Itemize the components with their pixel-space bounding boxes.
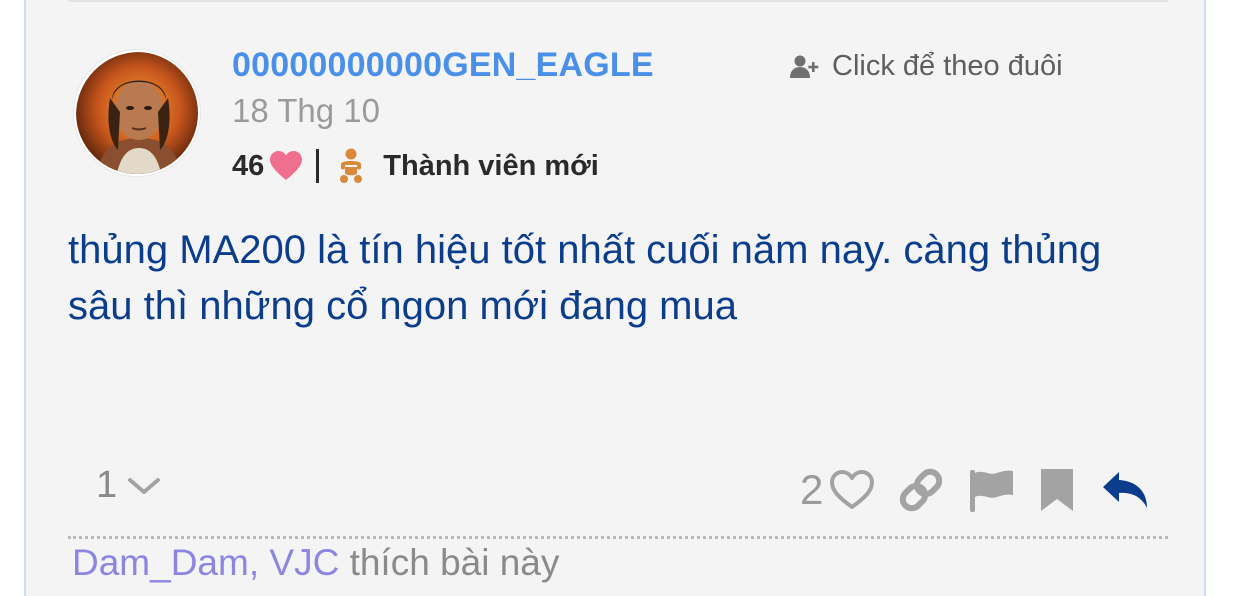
avatar[interactable]: [74, 50, 200, 176]
liked-by-separator: ,: [248, 542, 260, 583]
liked-by-suffix: thích bài này: [349, 542, 560, 583]
post-date[interactable]: 18 Thg 10: [232, 92, 380, 130]
heart-outline-icon: [830, 470, 875, 509]
replies-toggle[interactable]: 1: [96, 464, 161, 507]
likes-divider: [68, 536, 1168, 539]
bookmark-button[interactable]: [1039, 467, 1075, 513]
like-count[interactable]: 2: [800, 466, 823, 514]
liked-by-user[interactable]: Dam_Dam: [72, 542, 249, 583]
user-plus-icon: [790, 55, 819, 78]
post-card: 00000000000GEN_EAGLE Click để theo đuôi …: [24, 0, 1206, 596]
share-link-button[interactable]: [897, 467, 945, 513]
meta-divider: [316, 149, 320, 183]
liked-by-user[interactable]: VJC: [269, 542, 339, 583]
follow-label: Click để theo đuôi: [832, 50, 1063, 82]
post-actions: 2: [800, 462, 1151, 518]
flag-button[interactable]: [967, 468, 1015, 512]
reply-button[interactable]: [1101, 470, 1151, 510]
user-likes-count: 46: [232, 149, 265, 182]
reply-icon: [1103, 472, 1148, 508]
baby-icon: [340, 148, 363, 183]
heart-icon: [270, 151, 303, 180]
reply-count: 1: [96, 464, 118, 506]
link-icon: [900, 468, 943, 512]
like-button[interactable]: [829, 469, 875, 511]
user-rank: Thành viên mới: [383, 149, 599, 182]
post-body: thủng MA200 là tín hiệu tốt nhất cuối nă…: [68, 228, 1102, 328]
avatar-image: [76, 52, 198, 174]
chevron-down-icon: [128, 477, 161, 494]
top-divider: [68, 0, 1168, 2]
follow-button[interactable]: Click để theo đuôi: [790, 50, 1063, 83]
user-meta: 46 Thành viên mới: [232, 144, 599, 188]
username-link[interactable]: 00000000000GEN_EAGLE: [232, 46, 654, 85]
flag-icon: [970, 470, 1014, 512]
bookmark-icon: [1041, 469, 1074, 511]
liked-by-line: Dam_Dam, VJC thích bài này: [72, 542, 559, 584]
